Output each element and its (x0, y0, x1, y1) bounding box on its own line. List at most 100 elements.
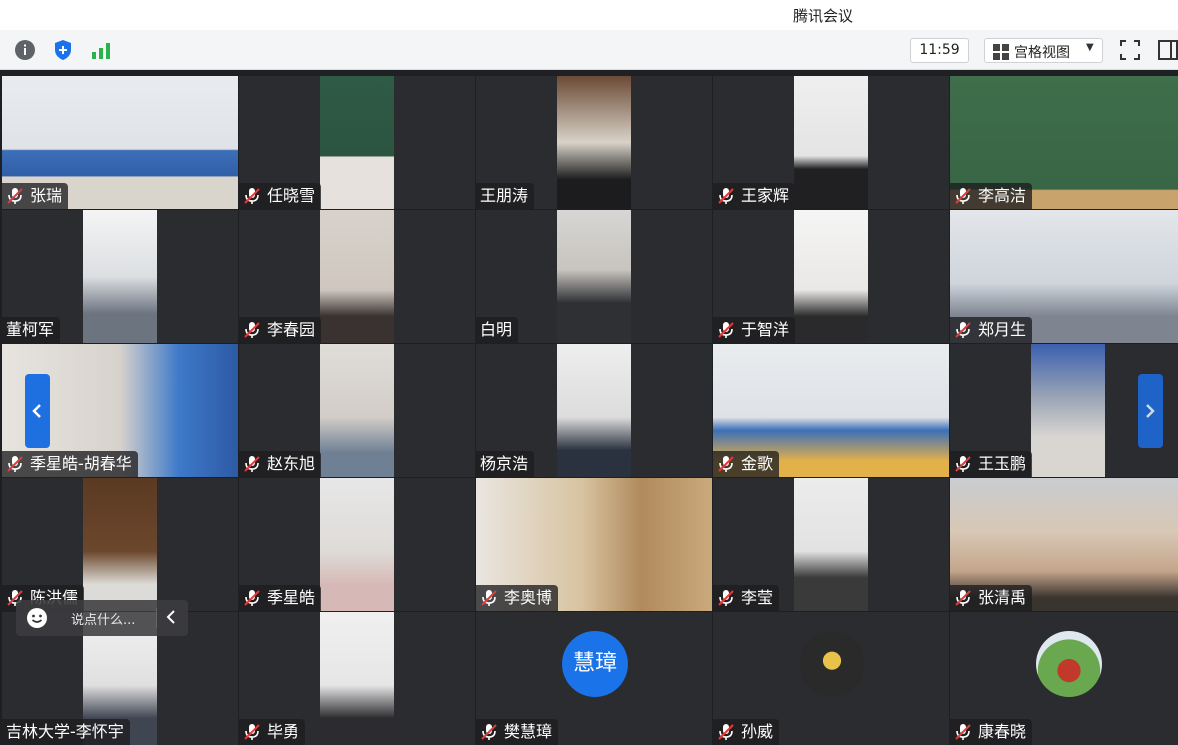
participant-name-chip: 季星皓-胡春华 (2, 451, 138, 477)
participant-name-chip: 王朋涛 (476, 183, 535, 209)
mic-muted-icon (717, 187, 735, 205)
participant-tile[interactable]: 季星皓 (239, 478, 475, 611)
mic-muted-icon (954, 455, 972, 473)
participant-name-chip: 杨京浩 (476, 451, 535, 477)
participant-name-chip: 张清禹 (950, 585, 1033, 611)
video-feed (320, 344, 394, 477)
avatar (1036, 631, 1102, 697)
participant-tile[interactable]: 张瑞 (2, 76, 238, 209)
mic-muted-icon (717, 455, 735, 473)
participant-tile[interactable]: 董柯军 (2, 210, 238, 343)
mic-muted-icon (243, 723, 261, 741)
video-feed (794, 76, 868, 209)
view-mode-label: 宫格视图 (1014, 45, 1070, 61)
grid-view-icon (993, 44, 1009, 64)
video-feed (557, 344, 631, 477)
video-feed (83, 478, 157, 611)
mic-muted-icon (480, 589, 498, 607)
participant-tile[interactable]: 李莹 (713, 478, 949, 611)
participant-name: 李春园 (267, 320, 316, 339)
participant-name: 王朋涛 (480, 186, 529, 205)
participant-tile[interactable]: 张清禹 (950, 478, 1178, 611)
participant-tile[interactable]: 杨京浩 (476, 344, 712, 477)
video-feed (794, 478, 868, 611)
signal-icon[interactable] (90, 39, 112, 61)
participant-tile[interactable]: 慧璋樊慧璋 (476, 612, 712, 745)
participant-tile[interactable]: 任晓雪 (239, 76, 475, 209)
video-grid: 张瑞 任晓雪 王朋涛 王家辉 李高洁董柯军 李春园 白明 于智洋 郑月生季星皓-胡春华 赵东旭 杨京… (0, 76, 1178, 745)
avatar (799, 631, 865, 697)
prev-page-button[interactable] (25, 374, 50, 448)
video-feed (320, 210, 394, 343)
participant-tile[interactable]: 王朋涛 (476, 76, 712, 209)
info-icon[interactable] (14, 39, 36, 61)
mic-muted-icon (954, 723, 972, 741)
participant-tile[interactable]: 康春晓 (950, 612, 1178, 745)
next-page-button[interactable] (1138, 374, 1163, 448)
participant-tile[interactable]: 李奥博 (476, 478, 712, 611)
video-feed (320, 612, 394, 745)
participant-tile[interactable]: 毕勇 (239, 612, 475, 745)
sidebar-toggle-icon[interactable] (1158, 40, 1178, 64)
mic-muted-icon (6, 455, 24, 473)
participant-tile[interactable]: 陈洪儒 (2, 478, 238, 611)
avatar: 慧璋 (562, 631, 628, 697)
participant-tile[interactable]: 孙威 (713, 612, 949, 745)
participant-tile[interactable]: 赵东旭 (239, 344, 475, 477)
chevron-left-icon[interactable] (166, 609, 176, 629)
participant-tile[interactable]: 李春园 (239, 210, 475, 343)
participant-name-chip: 王家辉 (713, 183, 796, 209)
participant-name-chip: 毕勇 (239, 719, 306, 745)
participant-name-chip: 任晓雪 (239, 183, 322, 209)
participant-name: 王家辉 (741, 186, 790, 205)
video-feed (1031, 344, 1105, 477)
participant-name-chip: 李莹 (713, 585, 780, 611)
participant-name: 毕勇 (267, 722, 300, 741)
participant-tile[interactable]: 金歌 (713, 344, 949, 477)
meeting-timer: 11:59 (910, 38, 969, 63)
participant-tile[interactable]: 白明 (476, 210, 712, 343)
mic-muted-icon (717, 321, 735, 339)
title-bar: 腾讯会议 (0, 0, 1178, 30)
participant-name-chip: 于智洋 (713, 317, 796, 343)
participant-name: 李莹 (741, 588, 774, 607)
video-feed (557, 76, 631, 209)
mic-muted-icon (717, 589, 735, 607)
mic-muted-icon (243, 589, 261, 607)
participant-name: 张清禹 (978, 588, 1027, 607)
participant-tile[interactable]: 郑月生 (950, 210, 1178, 343)
fullscreen-icon[interactable] (1120, 40, 1140, 64)
participant-name-chip: 王玉鹏 (950, 451, 1033, 477)
emoji-icon[interactable] (26, 607, 48, 633)
video-feed (794, 210, 868, 343)
top-toolbar: 11:59 宫格视图 ▼ (0, 30, 1178, 70)
video-feed (557, 210, 631, 343)
participant-name: 季星皓-胡春华 (30, 454, 132, 473)
mic-muted-icon (954, 321, 972, 339)
participant-name-chip: 董柯军 (2, 317, 61, 343)
shield-icon[interactable] (52, 39, 74, 61)
chevron-left-icon (32, 404, 41, 418)
participant-name: 康春晓 (978, 722, 1027, 741)
video-feed (83, 210, 157, 343)
grid-view-dropdown[interactable]: 宫格视图 ▼ (984, 38, 1103, 63)
mic-muted-icon (6, 187, 24, 205)
chevron-down-icon: ▼ (1086, 42, 1094, 53)
participant-name-chip: 孙威 (713, 719, 780, 745)
mic-muted-icon (243, 455, 261, 473)
participant-name-chip: 金歌 (713, 451, 780, 477)
participant-name-chip: 李春园 (239, 317, 322, 343)
participant-tile[interactable]: 王家辉 (713, 76, 949, 209)
app-title: 腾讯会议 (793, 7, 854, 25)
participant-name: 王玉鹏 (978, 454, 1027, 473)
participant-name-chip: 白明 (476, 317, 519, 343)
participant-name: 樊慧璋 (504, 722, 553, 741)
mic-muted-icon (480, 723, 498, 741)
participant-name: 金歌 (741, 454, 774, 473)
participant-tile[interactable]: 李高洁 (950, 76, 1178, 209)
chat-input-bar[interactable]: 说点什么... (16, 600, 188, 636)
participant-tile[interactable]: 于智洋 (713, 210, 949, 343)
participant-name-chip: 郑月生 (950, 317, 1033, 343)
chat-input-placeholder[interactable]: 说点什么... (71, 609, 135, 628)
participant-name: 李奥博 (504, 588, 553, 607)
